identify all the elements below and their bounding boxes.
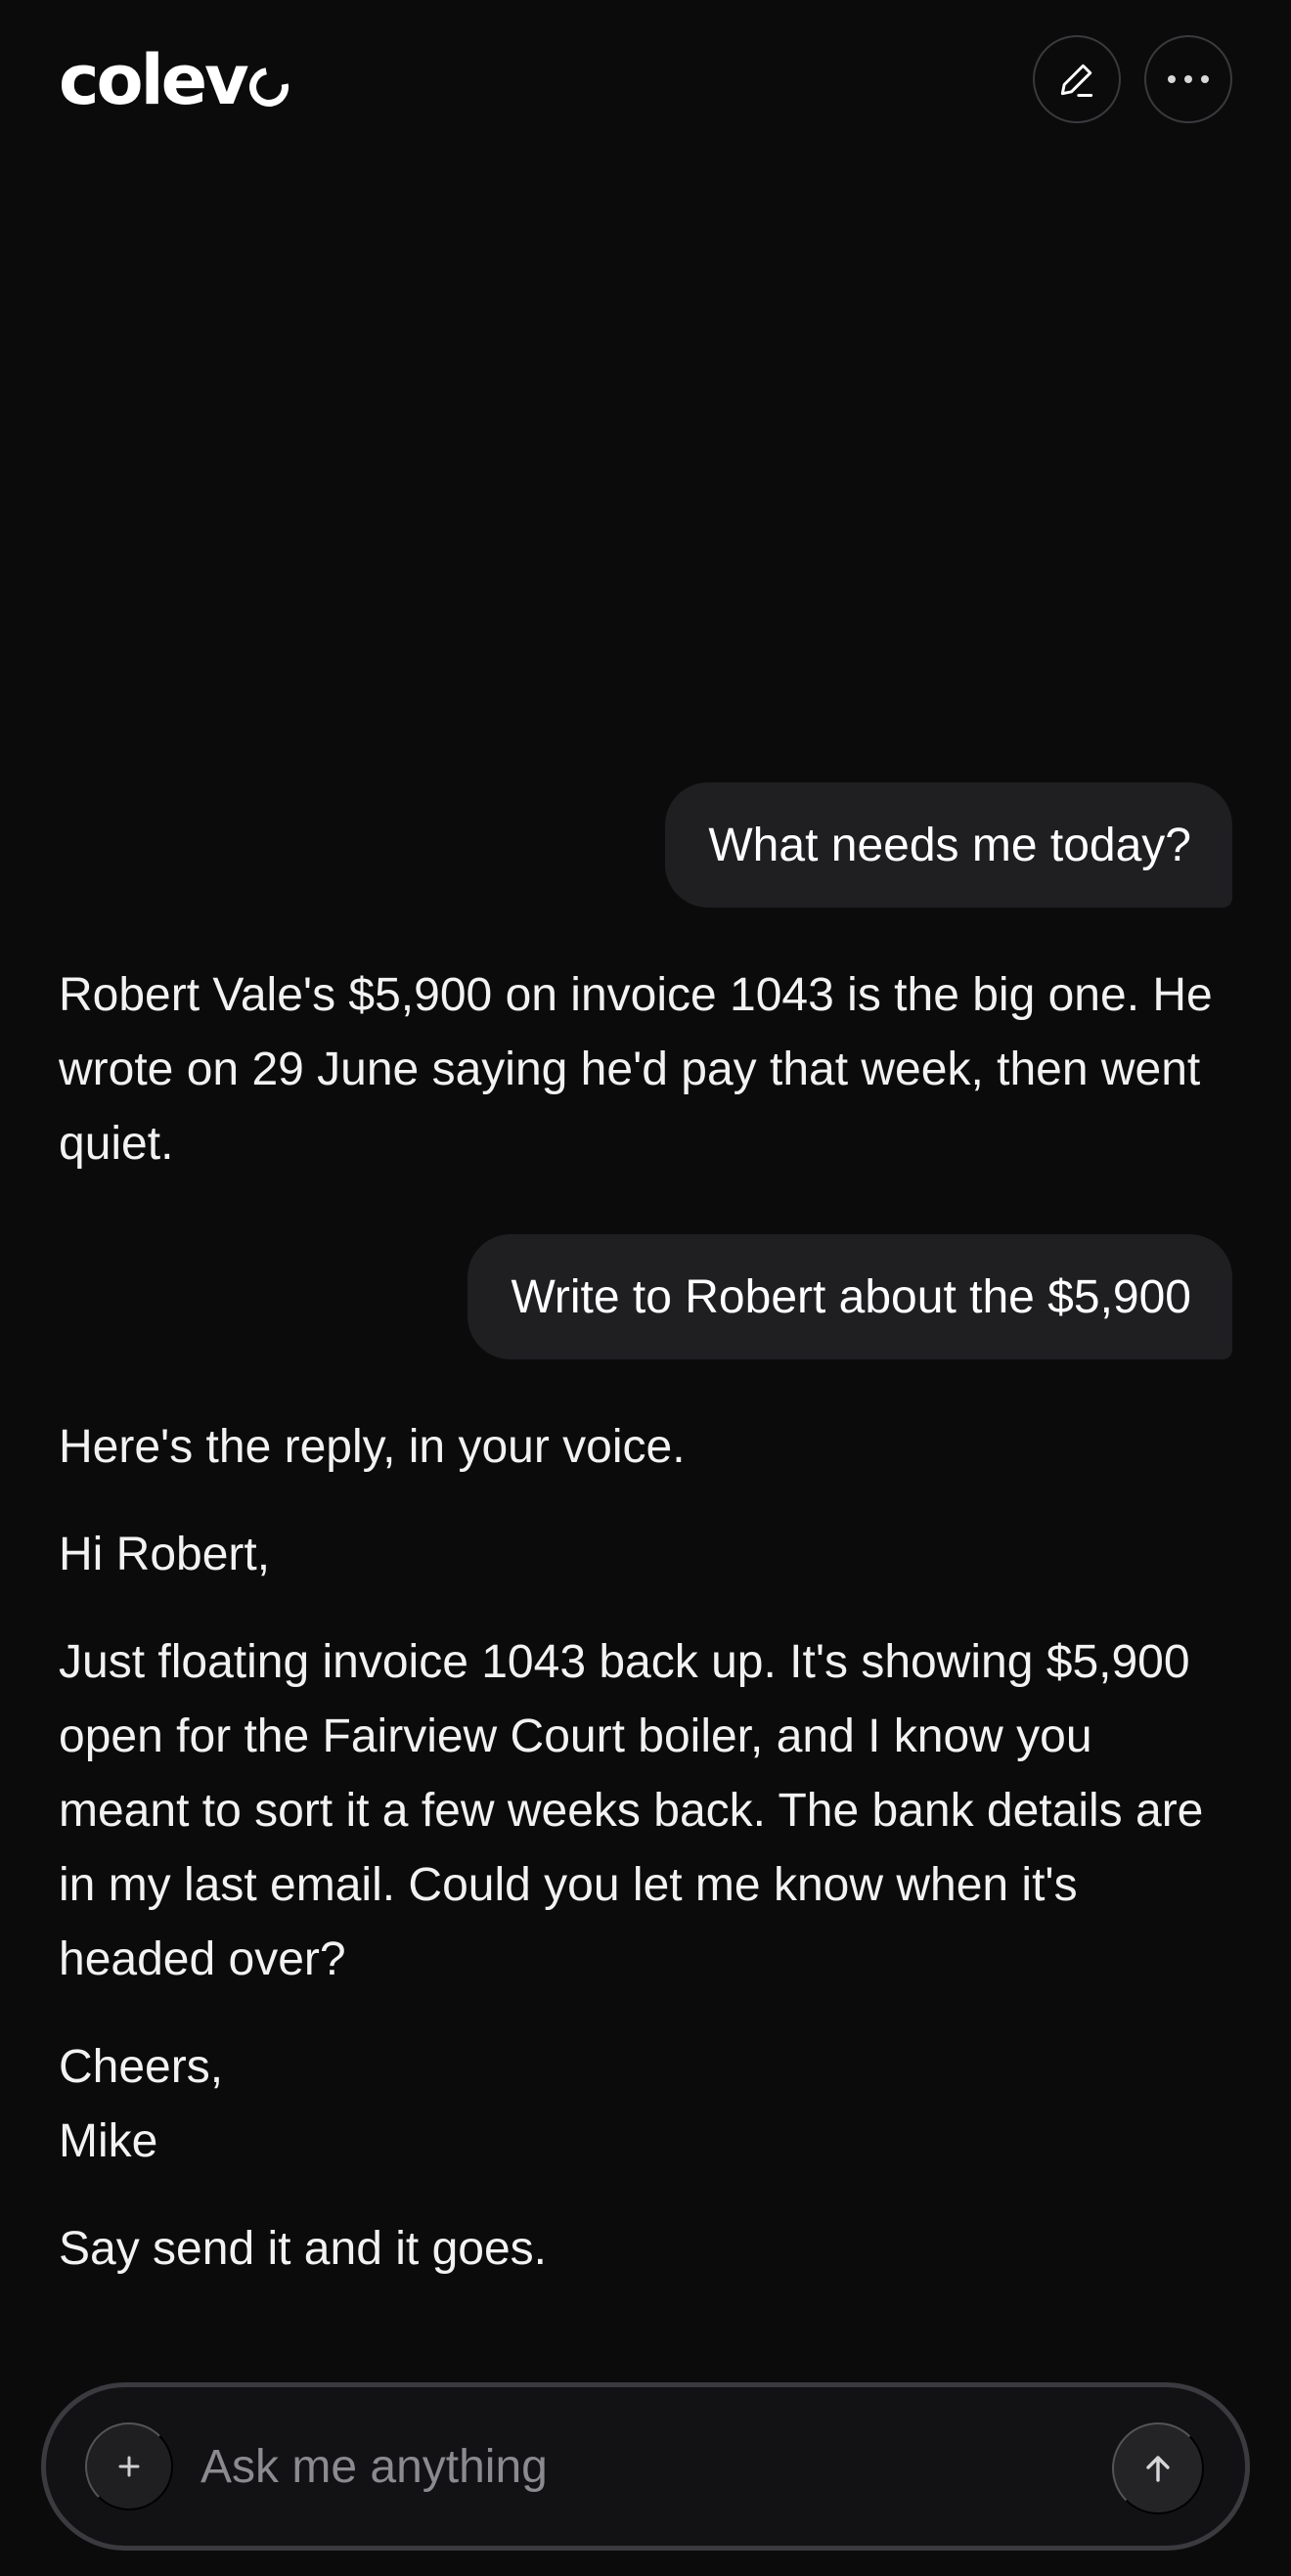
arrow-up-icon [1146,2456,1170,2482]
message-composer [41,2382,1250,2551]
user-message-row: Write to Robert about the $5,900 [59,1234,1232,1359]
user-message-row: What needs me today? [59,782,1232,908]
user-message: What needs me today? [665,782,1232,908]
draft-closing: Cheers, [59,2041,224,2093]
draft-body: Just floating invoice 1043 back up. It's… [59,1636,1204,1985]
draft-signature: Mike [59,2115,158,2167]
more-options-button[interactable] [1144,35,1232,123]
draft-signoff: Cheers, Mike [59,2030,1232,2179]
assistant-message: Here's the reply, in your voice. Hi Robe… [59,1410,1232,2287]
draft-greeting: Hi Robert, [59,1529,271,1580]
new-chat-button[interactable] [1033,35,1121,123]
plus-icon [118,2456,140,2477]
assistant-paragraph: Here's the reply, in your voice. [59,1421,686,1473]
brand-logo: colev [59,39,296,121]
assistant-message: Robert Vale's $5,900 on invoice 1043 is … [59,958,1232,1181]
assistant-paragraph: Robert Vale's $5,900 on invoice 1043 is … [59,969,1213,1170]
message-input[interactable] [200,2424,1081,2509]
brand-wordmark: colev [59,40,249,120]
attach-button[interactable] [85,2422,173,2510]
send-button[interactable] [1112,2422,1204,2514]
ellipsis-icon [1168,75,1209,83]
user-message: Write to Robert about the $5,900 [467,1234,1232,1359]
app-header: colev [0,0,1291,166]
ring-o-logo-icon [241,60,296,114]
conversation: What needs me today? Robert Vale's $5,90… [59,782,1232,2287]
assistant-paragraph: Say send it and it goes. [59,2223,547,2275]
pencil-icon [1060,64,1093,97]
